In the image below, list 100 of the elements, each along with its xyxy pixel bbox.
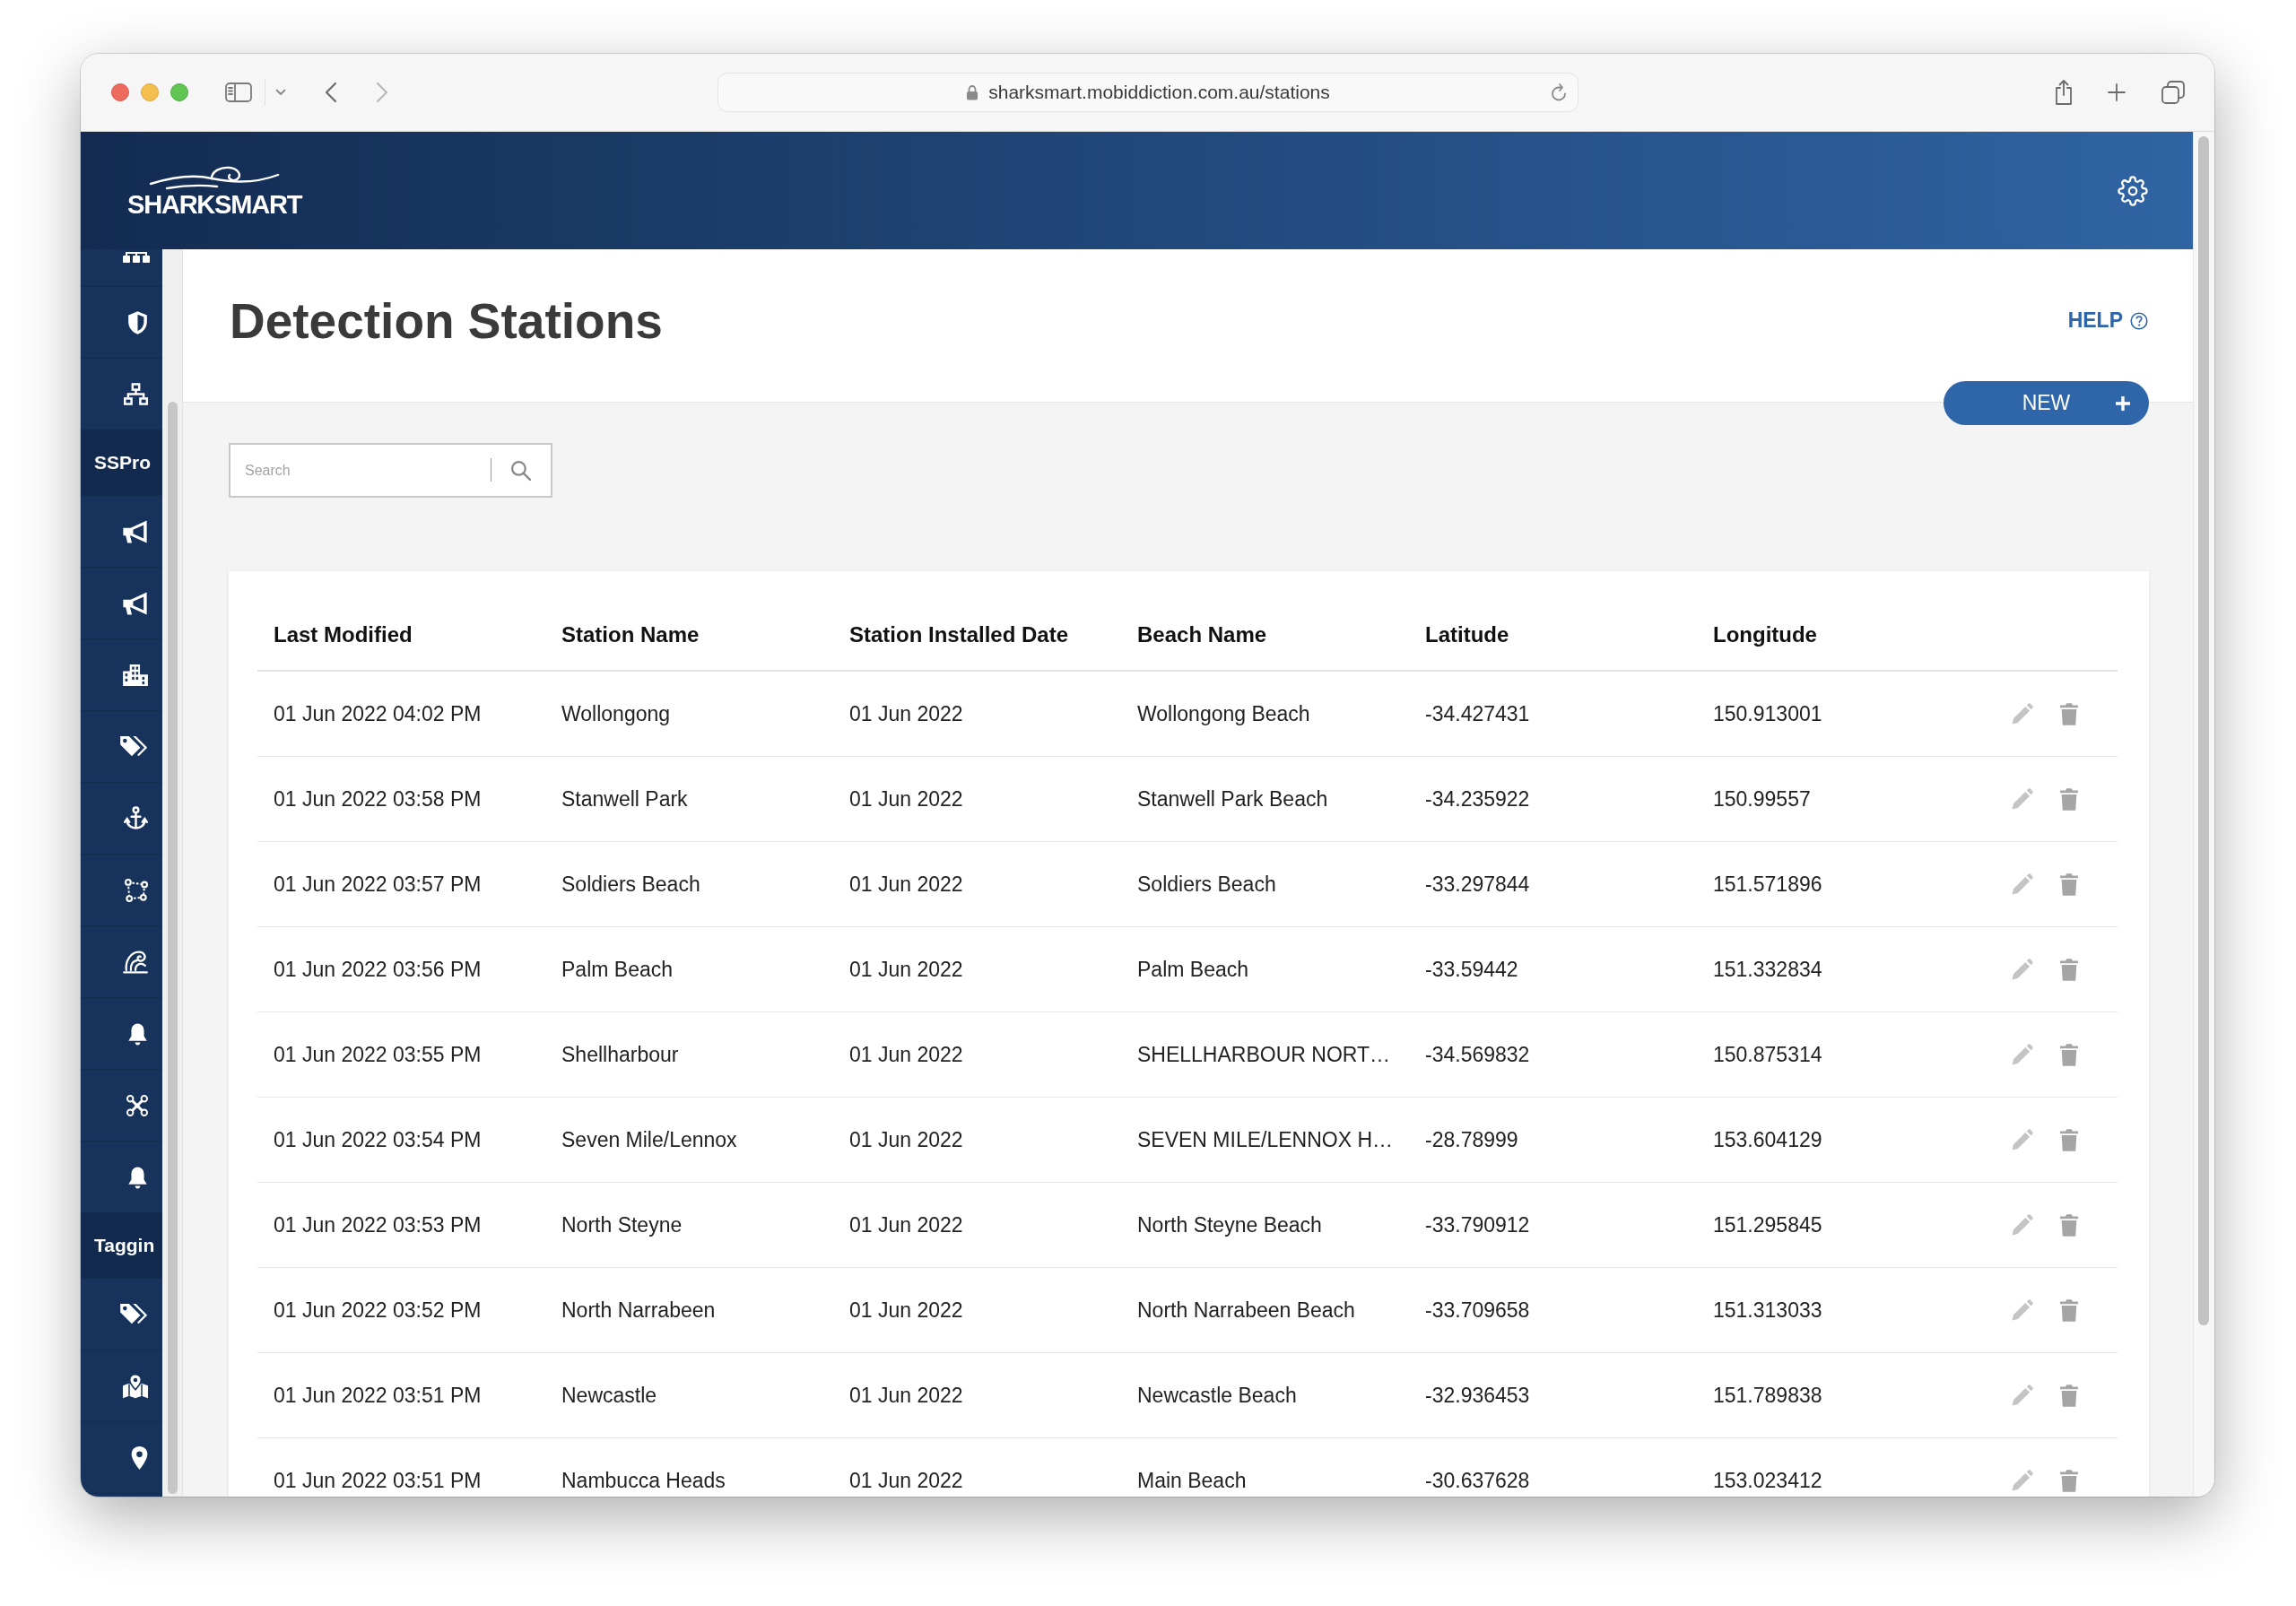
bell-icon[interactable] [127,1021,148,1046]
table-cell: Palm Beach [1137,957,1248,982]
reload-icon[interactable] [1550,82,1568,102]
table-cell: -33.59442 [1425,957,1518,982]
logo[interactable]: SHARKSMART [127,163,302,218]
search-field[interactable]: Search [229,443,552,498]
table-cell: Wollongong [561,701,671,726]
trash-icon[interactable] [2060,1469,2078,1492]
table-cell: 01 Jun 2022 [849,1127,963,1152]
trash-icon[interactable] [2060,872,2078,896]
column-header: Last Modified [274,622,413,647]
pencil-icon[interactable] [2012,959,2033,980]
plus-icon [2115,395,2131,412]
table-cell: North Narrabeen [561,1298,716,1323]
table-cell: North Narrabeen Beach [1137,1298,1355,1323]
table-cell: 01 Jun 2022 [849,1212,963,1237]
maximize-icon[interactable] [170,83,188,101]
column-header: Longitude [1713,622,1817,647]
table-cell: Stanwell Park [561,786,688,812]
hierarchy-icon[interactable] [123,252,150,263]
table-cell: Stanwell Park Beach [1137,786,1328,812]
table-cell: 01 Jun 2022 [849,872,963,897]
search-icon[interactable] [509,459,532,482]
table-cell: -28.78999 [1425,1127,1518,1152]
column-header: Latitude [1425,622,1509,647]
drone-icon[interactable] [126,1094,148,1116]
bell-icon[interactable] [127,1165,148,1189]
map-pin-icon[interactable] [131,1445,148,1470]
table-cell: 153.023412 [1713,1468,1822,1493]
shield-icon[interactable] [127,309,148,335]
lock-icon [966,84,979,100]
sidebar-toggle-icon[interactable] [225,82,252,103]
table-cell: Seven Mile/Lennox [561,1127,737,1152]
plus-icon[interactable] [2107,82,2126,102]
table-cell: Palm Beach [561,957,673,982]
table-cell: -34.235922 [1425,786,1530,812]
trash-icon[interactable] [2060,1043,2078,1066]
table-cell: 01 Jun 2022 [849,701,963,726]
table-cell: 01 Jun 2022 03:52 PM [274,1298,482,1323]
back-icon[interactable] [325,82,337,103]
scrollbar-thumb[interactable] [168,402,178,1494]
table-cell: 150.875314 [1713,1042,1822,1067]
chevron-down-icon[interactable] [275,89,286,96]
address-bar[interactable]: sharksmart.mobiddiction.com.au/stations [718,73,1578,112]
table-cell: 151.332834 [1713,957,1822,982]
anchor-icon[interactable] [124,806,148,830]
table-cell: 01 Jun 2022 04:02 PM [274,701,482,726]
tags-icon[interactable] [120,736,148,757]
column-header: Station Installed Date [849,622,1069,647]
tags-icon[interactable] [120,1304,148,1324]
trash-icon[interactable] [2060,1128,2078,1151]
table-cell: 01 Jun 2022 [849,957,963,982]
pencil-icon[interactable] [2012,1299,2033,1321]
polygon-icon[interactable] [125,878,148,902]
trash-icon[interactable] [2060,1298,2078,1322]
trash-icon[interactable] [2060,787,2078,811]
network-icon[interactable] [124,383,148,405]
table-cell: 151.313033 [1713,1298,1822,1323]
table-cell: -32.936453 [1425,1383,1530,1408]
map-icon[interactable] [123,1373,148,1399]
settings-icon[interactable] [2118,175,2148,206]
table-cell: Soldiers Beach [561,872,700,897]
pencil-icon[interactable] [2012,1129,2033,1150]
table-cell: North Steyne Beach [1137,1212,1322,1237]
table-cell: 01 Jun 2022 03:57 PM [274,872,482,897]
table-cell: 01 Jun 2022 [849,1042,963,1067]
table-cell: -33.297844 [1425,872,1530,897]
pencil-icon[interactable] [2012,703,2033,725]
table-cell: Main Beach [1137,1468,1247,1493]
table-cell: 153.604129 [1713,1127,1822,1152]
trash-icon[interactable] [2060,958,2078,981]
table-cell: 01 Jun 2022 03:53 PM [274,1212,482,1237]
table-cell: 01 Jun 2022 [849,1298,963,1323]
buildings-icon[interactable] [123,664,148,686]
table-cell: Shellharbour [561,1042,679,1067]
pencil-icon[interactable] [2012,1385,2033,1406]
table-cell: 01 Jun 2022 03:55 PM [274,1042,482,1067]
scrollbar-thumb[interactable] [2198,136,2209,1325]
pencil-icon[interactable] [2012,788,2033,810]
table-cell: 01 Jun 2022 03:56 PM [274,957,482,982]
trash-icon[interactable] [2060,1384,2078,1407]
trash-icon[interactable] [2060,702,2078,725]
trash-icon[interactable] [2060,1213,2078,1237]
share-icon[interactable] [2054,79,2074,106]
pencil-icon[interactable] [2012,1470,2033,1491]
minimize-icon[interactable] [141,83,159,101]
table-cell: 01 Jun 2022 03:51 PM [274,1383,482,1408]
megaphone-icon[interactable] [122,590,148,616]
help-link[interactable]: HELP [2067,308,2148,333]
table-cell: 01 Jun 2022 03:54 PM [274,1127,482,1152]
pencil-icon[interactable] [2012,1214,2033,1236]
pencil-icon[interactable] [2012,1044,2033,1065]
close-icon[interactable] [111,83,129,101]
megaphone-icon[interactable] [122,518,148,544]
new-button[interactable]: NEW [1944,381,2149,425]
help-icon [2130,311,2148,330]
tabs-icon[interactable] [2161,81,2185,104]
pencil-icon[interactable] [2012,873,2033,895]
wave-icon[interactable] [123,950,148,974]
table-cell: Newcastle Beach [1137,1383,1297,1408]
